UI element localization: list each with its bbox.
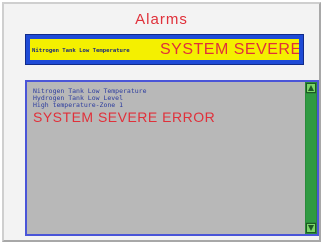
alarm-list-item[interactable]: High temperature-Zone 1 [33, 102, 299, 109]
alarm-list-content: Nitrogen Tank Low Temperature Hydrogen T… [33, 88, 299, 232]
triangle-up-icon [308, 85, 314, 91]
active-alarm-banner-inner: Nitrogen Tank Low Temperature SYSTEM SEV… [30, 39, 299, 60]
alarm-panel: Alarms Nitrogen Tank Low Temperature SYS… [2, 2, 321, 242]
banner-alarm-severe-text: SYSTEM SEVERE E [160, 41, 299, 58]
triangle-down-icon [308, 225, 314, 231]
active-alarm-banner[interactable]: Nitrogen Tank Low Temperature SYSTEM SEV… [25, 34, 304, 65]
scroll-up-button[interactable] [306, 83, 316, 93]
scroll-down-button[interactable] [306, 223, 316, 233]
alarm-list[interactable]: Nitrogen Tank Low Temperature Hydrogen T… [25, 80, 319, 236]
scroll-track[interactable] [306, 94, 316, 222]
vertical-scrollbar[interactable] [305, 82, 317, 234]
page-title: Alarms [135, 11, 188, 28]
alarm-screen: Alarms Nitrogen Tank Low Temperature SYS… [0, 0, 323, 244]
banner-alarm-label: Nitrogen Tank Low Temperature [32, 48, 130, 54]
alarm-list-item-severe[interactable]: SYSTEM SEVERE ERROR [33, 109, 299, 125]
